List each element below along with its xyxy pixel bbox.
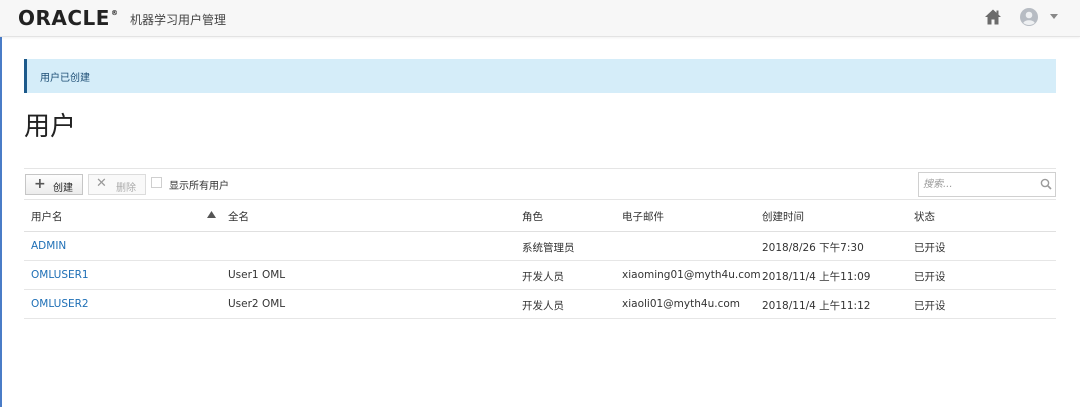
- column-header-created[interactable]: 创建时间: [762, 209, 804, 224]
- x-icon: ✕: [96, 176, 107, 191]
- cell-status: 已开设: [914, 242, 946, 254]
- logo-registered-mark: ®: [110, 9, 119, 17]
- username-link[interactable]: OMLUSER1: [31, 269, 89, 281]
- user-avatar-icon[interactable]: [1020, 8, 1038, 26]
- home-icon[interactable]: [984, 8, 1002, 26]
- sort-ascending-icon[interactable]: [207, 211, 216, 218]
- success-banner: 用户已创建: [24, 59, 1056, 93]
- column-header-email[interactable]: 电子邮件: [622, 209, 664, 224]
- delete-button-label: 删除: [116, 183, 136, 194]
- cell-created: 2018/8/26 下午7:30: [762, 242, 864, 254]
- show-all-users-label[interactable]: 显示所有用户: [169, 177, 229, 192]
- create-button-label: 创建: [53, 183, 73, 194]
- delete-button[interactable]: ✕ 删除: [88, 174, 146, 195]
- cell-role: 系统管理员: [522, 242, 575, 254]
- table-toolbar: + 创建 ✕ 删除 显示所有用户: [24, 168, 1056, 200]
- search-input[interactable]: [919, 173, 1035, 196]
- username-link[interactable]: ADMIN: [31, 240, 66, 252]
- cell-status: 已开设: [914, 271, 946, 283]
- search-icon[interactable]: [1040, 178, 1052, 190]
- cell-created: 2018/11/4 上午11:12: [762, 300, 871, 312]
- cell-role: 开发人员: [522, 300, 564, 312]
- create-button[interactable]: + 创建: [25, 174, 83, 195]
- cell-fullname: User1 OML: [228, 269, 286, 281]
- username-link[interactable]: OMLUSER2: [31, 298, 89, 310]
- app-header: ORACLE® 机器学习用户管理: [0, 0, 1080, 37]
- table-row[interactable]: OMLUSER2 User2 OML 开发人员 xiaoli01@myth4u.…: [24, 290, 1056, 319]
- cell-email: xiaoming01@myth4u.com: [622, 269, 761, 281]
- column-header-username[interactable]: 用户名: [31, 209, 63, 224]
- column-header-status[interactable]: 状态: [914, 209, 935, 224]
- table-row[interactable]: OMLUSER1 User1 OML 开发人员 xiaoming01@myth4…: [24, 261, 1056, 290]
- banner-message: 用户已创建: [40, 73, 90, 84]
- plus-icon: +: [34, 176, 46, 192]
- caret-down-icon[interactable]: [1050, 14, 1058, 20]
- page-title: 用户: [24, 112, 77, 142]
- oracle-logo[interactable]: ORACLE®: [18, 6, 118, 30]
- logo-text: ORACLE: [18, 6, 110, 30]
- cell-fullname: User2 OML: [228, 298, 286, 310]
- window-left-edge: [0, 0, 2, 407]
- table-row[interactable]: ADMIN 系统管理员 2018/8/26 下午7:30 已开设: [24, 232, 1056, 261]
- cell-created: 2018/11/4 上午11:09: [762, 271, 871, 283]
- column-header-fullname[interactable]: 全名: [228, 209, 249, 224]
- cell-role: 开发人员: [522, 271, 564, 283]
- app-name: 机器学习用户管理: [130, 13, 227, 27]
- cell-status: 已开设: [914, 300, 946, 312]
- cell-email: xiaoli01@myth4u.com: [622, 298, 740, 310]
- show-all-users-checkbox[interactable]: [151, 177, 162, 188]
- column-header-role[interactable]: 角色: [522, 209, 543, 224]
- table-header-row: 用户名 全名 角色 电子邮件 创建时间 状态: [24, 200, 1056, 232]
- search-box[interactable]: [918, 172, 1056, 197]
